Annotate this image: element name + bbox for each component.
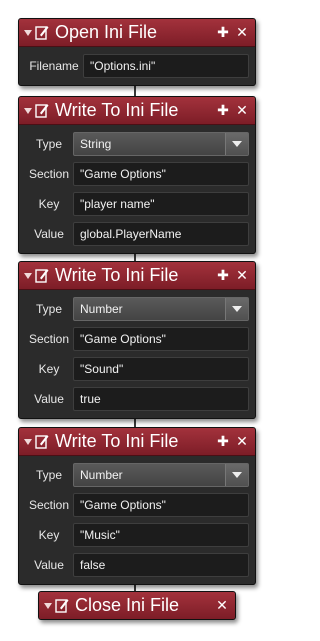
value-field[interactable]: global.PlayerName [73, 222, 249, 246]
triangle-down-icon[interactable] [24, 272, 32, 279]
key-field[interactable]: "Music" [73, 523, 249, 547]
close-ini-file-block[interactable]: Close Ini File ✕ [38, 591, 236, 620]
block-header[interactable]: Open Ini File ✚ ✕ [19, 19, 255, 47]
triangle-down-icon[interactable] [24, 29, 32, 36]
type-select[interactable]: String [73, 132, 249, 156]
section-field[interactable]: "Game Options" [73, 493, 249, 517]
section-row: Section "Game Options" [25, 324, 249, 354]
key-field[interactable]: "Sound" [73, 357, 249, 381]
value-row: Value false [25, 550, 249, 580]
key-row: Key "Music" [25, 520, 249, 550]
filename-row: Filename "Options.ini" [25, 51, 249, 81]
type-label: Type [35, 468, 62, 482]
close-icon[interactable]: ✕ [234, 23, 250, 41]
file-pencil-icon [55, 599, 69, 613]
chevron-down-icon[interactable] [225, 464, 248, 486]
section-field[interactable]: "Game Options" [73, 162, 249, 186]
key-field[interactable]: "player name" [73, 192, 249, 216]
triangle-down-icon[interactable] [44, 602, 52, 609]
section-field[interactable]: "Game Options" [73, 327, 249, 351]
write-to-ini-file-block[interactable]: Write To Ini File ✚ ✕ Type String Sectio… [18, 96, 256, 254]
open-ini-file-block[interactable]: Open Ini File ✚ ✕ Filename "Options.ini" [18, 18, 256, 86]
section-label: Section [28, 332, 70, 346]
type-row: Type Number [25, 460, 249, 490]
type-row: Type Number [25, 294, 249, 324]
type-select[interactable]: Number [73, 297, 249, 321]
value-label: Value [34, 558, 64, 572]
section-row: Section "Game Options" [25, 490, 249, 520]
pin-icon[interactable]: ✚ [215, 266, 231, 284]
value-row: Value true [25, 384, 249, 414]
type-value: String [80, 137, 112, 151]
key-label: Key [38, 197, 60, 211]
type-label: Type [35, 137, 62, 151]
block-title: Open Ini File [55, 22, 158, 42]
filename-label: Filename [29, 59, 79, 73]
pin-icon[interactable]: ✚ [215, 101, 231, 119]
write-to-ini-file-block[interactable]: Write To Ini File ✚ ✕ Type Number Sectio… [18, 261, 256, 419]
close-icon[interactable]: ✕ [214, 596, 230, 614]
type-row: Type String [25, 129, 249, 159]
pin-icon[interactable]: ✚ [215, 23, 231, 41]
file-pencil-icon [35, 269, 49, 283]
type-value: Number [80, 468, 123, 482]
block-title: Write To Ini File [55, 100, 179, 120]
file-pencil-icon [35, 435, 49, 449]
triangle-down-icon[interactable] [24, 438, 32, 445]
block-header[interactable]: Write To Ini File ✚ ✕ [19, 262, 255, 290]
close-icon[interactable]: ✕ [234, 266, 250, 284]
type-value: Number [80, 302, 123, 316]
block-header[interactable]: Close Ini File ✕ [39, 592, 235, 619]
value-label: Value [34, 227, 64, 241]
block-header[interactable]: Write To Ini File ✚ ✕ [19, 97, 255, 125]
triangle-down-icon[interactable] [24, 107, 32, 114]
block-title: Close Ini File [75, 595, 180, 615]
filename-field[interactable]: "Options.ini" [83, 54, 249, 78]
key-row: Key "player name" [25, 189, 249, 219]
file-pencil-icon [35, 104, 49, 118]
value-field[interactable]: false [73, 553, 249, 577]
write-to-ini-file-block[interactable]: Write To Ini File ✚ ✕ Type Number Sectio… [18, 427, 256, 585]
value-label: Value [34, 392, 64, 406]
section-row: Section "Game Options" [25, 159, 249, 189]
block-title: Write To Ini File [55, 431, 179, 451]
block-title: Write To Ini File [55, 265, 179, 285]
close-icon[interactable]: ✕ [234, 432, 250, 450]
type-select[interactable]: Number [73, 463, 249, 487]
section-label: Section [28, 167, 70, 181]
close-icon[interactable]: ✕ [234, 101, 250, 119]
pin-icon[interactable]: ✚ [215, 432, 231, 450]
value-row: Value global.PlayerName [25, 219, 249, 249]
value-field[interactable]: true [73, 387, 249, 411]
block-header[interactable]: Write To Ini File ✚ ✕ [19, 428, 255, 456]
section-label: Section [28, 498, 70, 512]
key-row: Key "Sound" [25, 354, 249, 384]
chevron-down-icon[interactable] [225, 133, 248, 155]
key-label: Key [38, 528, 60, 542]
chevron-down-icon[interactable] [225, 298, 248, 320]
type-label: Type [35, 302, 62, 316]
file-pencil-icon [35, 26, 49, 40]
key-label: Key [38, 362, 60, 376]
